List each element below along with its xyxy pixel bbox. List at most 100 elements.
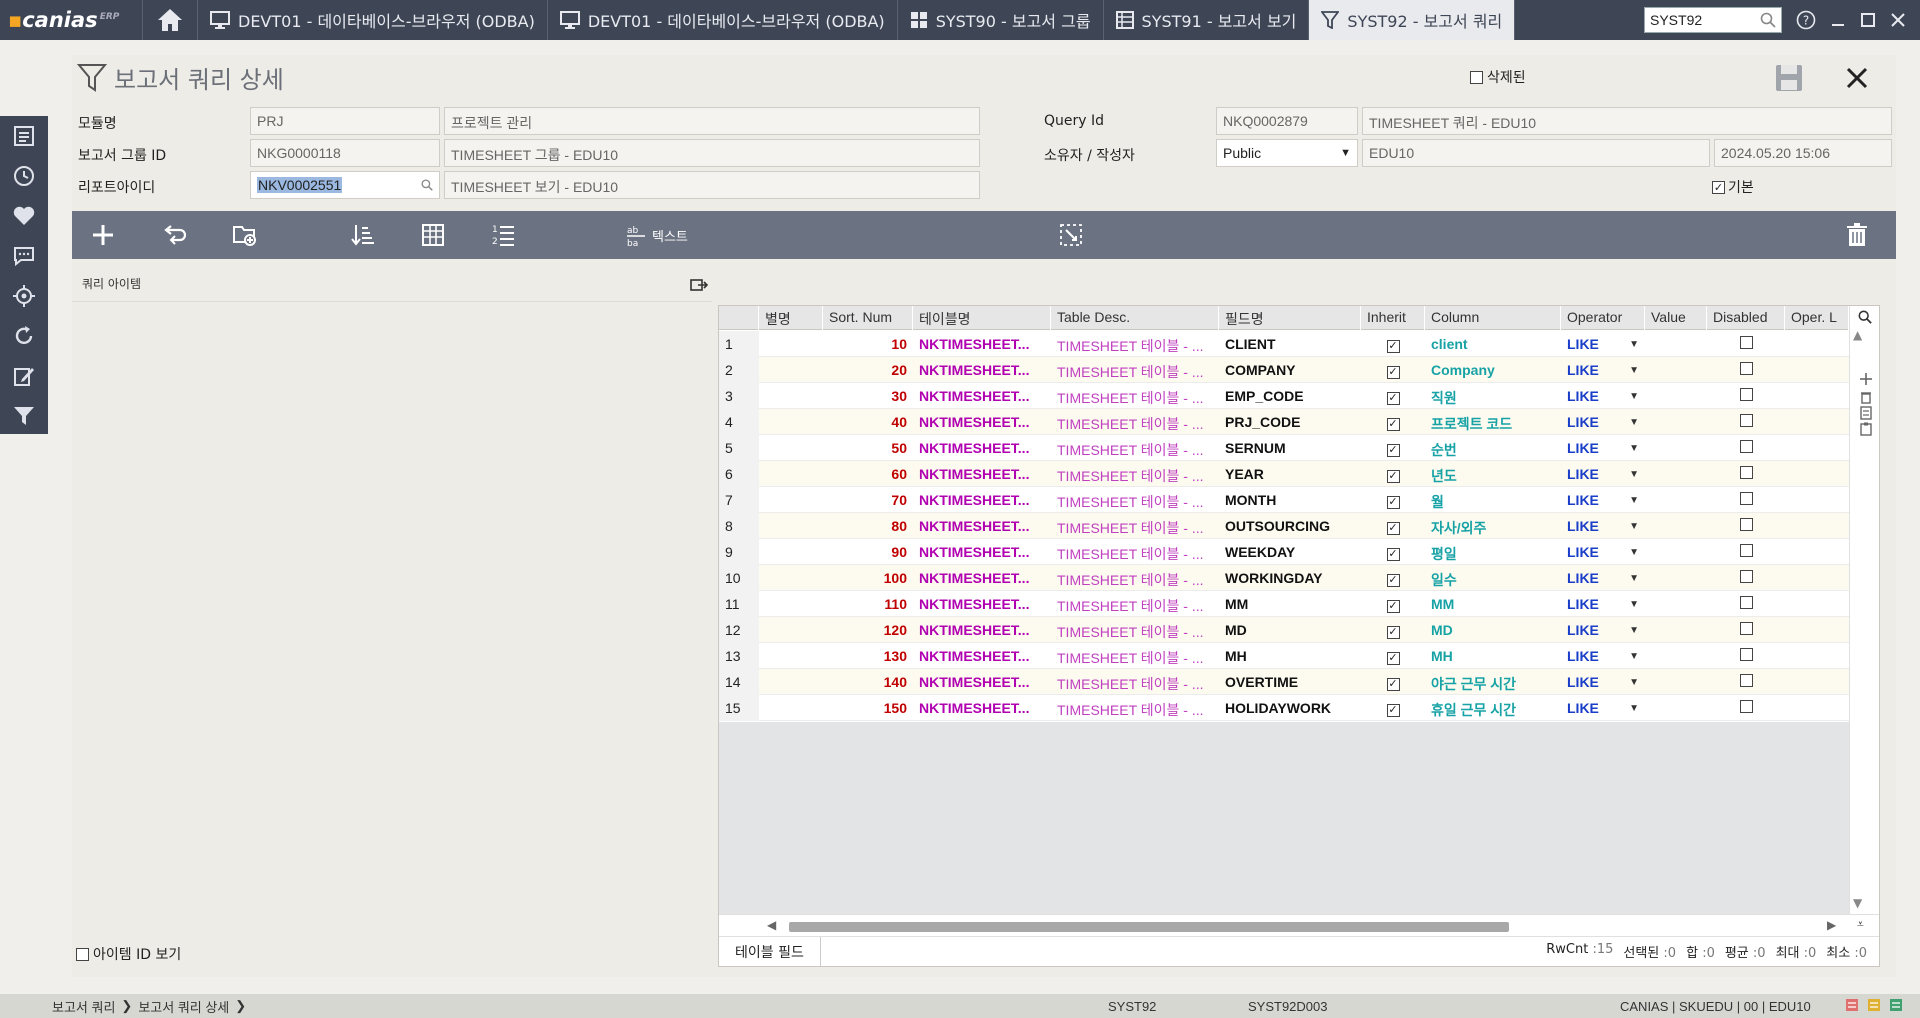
value-cell[interactable]	[1645, 461, 1707, 487]
col-header-column[interactable]: Column	[1425, 306, 1561, 330]
chevron-down-icon[interactable]: ▼	[1629, 625, 1639, 638]
table-desc-cell[interactable]: TIMESHEET 테이블 - ...	[1051, 695, 1219, 721]
sort-button[interactable]	[350, 221, 376, 249]
table-desc-cell[interactable]: TIMESHEET 테이블 - ...	[1051, 565, 1219, 591]
value-cell[interactable]	[1645, 565, 1707, 591]
field-name-cell[interactable]: MONTH	[1219, 487, 1361, 513]
inherit-checkbox[interactable]: ✓	[1386, 626, 1400, 639]
sort-num-cell[interactable]: 60	[823, 461, 913, 487]
operator-cell[interactable]: LIKE ▼	[1561, 539, 1645, 565]
breadcrumb-item-detail[interactable]: 보고서 쿼리 상세	[138, 997, 229, 1016]
table-row[interactable]: 7 70 NKTIMESHEET... TIMESHEET 테이블 - ... MONT…	[719, 487, 1849, 513]
field-name-cell[interactable]: MD	[1219, 617, 1361, 643]
table-desc-cell[interactable]: TIMESHEET 테이블 - ...	[1051, 357, 1219, 383]
close-window-icon[interactable]	[1890, 12, 1906, 28]
vertical-scrollbar[interactable]: ▲ ▼	[1849, 306, 1879, 914]
tab-syst91[interactable]: SYST91 - 보고서 보기	[1104, 0, 1310, 40]
field-name-cell[interactable]: MH	[1219, 643, 1361, 669]
table-desc-cell[interactable]: TIMESHEET 테이블 - ...	[1051, 409, 1219, 435]
col-header-value[interactable]: Value	[1645, 306, 1707, 330]
disabled-checkbox[interactable]	[1739, 700, 1753, 713]
table-name-cell[interactable]: NKTIMESHEET...	[913, 591, 1051, 617]
sort-num-cell[interactable]: 50	[823, 435, 913, 461]
inherit-cell[interactable]: ✓	[1361, 461, 1425, 487]
chevron-down-icon[interactable]: ▼	[1629, 573, 1639, 586]
search-icon[interactable]	[1858, 310, 1872, 324]
inherit-checkbox[interactable]: ✓	[1386, 470, 1400, 483]
heart-icon[interactable]	[10, 202, 38, 230]
owner-select[interactable]: Public ▼	[1216, 139, 1358, 167]
sort-num-cell[interactable]: 40	[823, 409, 913, 435]
inherit-checkbox[interactable]: ✓	[1386, 600, 1400, 613]
operator-cell[interactable]: LIKE ▼	[1561, 461, 1645, 487]
column-cell[interactable]: 휴일 근무 시간	[1425, 695, 1561, 721]
home-button[interactable]	[142, 0, 198, 40]
alias-cell[interactable]	[759, 461, 823, 487]
oper-l-cell[interactable]	[1785, 539, 1849, 565]
chevron-down-icon[interactable]: ▼	[1629, 391, 1639, 404]
chat-icon[interactable]	[10, 242, 38, 270]
table-desc-cell[interactable]: TIMESHEET 테이블 - ...	[1051, 591, 1219, 617]
chevron-down-icon[interactable]: ▼	[1629, 677, 1639, 690]
value-cell[interactable]	[1645, 617, 1707, 643]
disabled-checkbox[interactable]	[1739, 388, 1753, 401]
disabled-checkbox[interactable]	[1739, 648, 1753, 661]
inherit-cell[interactable]: ✓	[1361, 357, 1425, 383]
alias-cell[interactable]	[759, 643, 823, 669]
field-name-cell[interactable]: OUTSOURCING	[1219, 513, 1361, 539]
oper-l-cell[interactable]	[1785, 695, 1849, 721]
add-row-icon[interactable]	[1859, 372, 1873, 386]
table-desc-cell[interactable]: TIMESHEET 테이블 - ...	[1051, 383, 1219, 409]
disabled-cell[interactable]	[1707, 591, 1785, 617]
oper-l-cell[interactable]	[1785, 513, 1849, 539]
sort-num-cell[interactable]: 150	[823, 695, 913, 721]
disabled-checkbox[interactable]	[1739, 544, 1753, 557]
column-cell[interactable]: 순번	[1425, 435, 1561, 461]
field-name-cell[interactable]: MM	[1219, 591, 1361, 617]
scroll-down-icon[interactable]: ▼	[1853, 896, 1862, 910]
chevron-down-icon[interactable]: ▼	[1629, 703, 1639, 716]
table-row[interactable]: 12 120 NKTIMESHEET... TIMESHEET 테이블 - ... MD…	[719, 617, 1849, 643]
col-header-table-desc[interactable]: Table Desc.	[1051, 306, 1219, 330]
table-row[interactable]: 9 90 NKTIMESHEET... TIMESHEET 테이블 - ... WEEK…	[719, 539, 1849, 565]
disabled-checkbox[interactable]	[1739, 674, 1753, 687]
add-button[interactable]	[90, 221, 116, 249]
sort-num-cell[interactable]: 10	[823, 331, 913, 357]
disabled-checkbox[interactable]	[1739, 440, 1753, 453]
inherit-cell[interactable]: ✓	[1361, 331, 1425, 357]
disabled-cell[interactable]	[1707, 487, 1785, 513]
table-name-cell[interactable]: NKTIMESHEET...	[913, 617, 1051, 643]
value-cell[interactable]	[1645, 383, 1707, 409]
table-name-cell[interactable]: NKTIMESHEET...	[913, 565, 1051, 591]
table-name-cell[interactable]: NKTIMESHEET...	[913, 695, 1051, 721]
inherit-checkbox[interactable]: ✓	[1386, 418, 1400, 431]
table-desc-cell[interactable]: TIMESHEET 테이블 - ...	[1051, 669, 1219, 695]
disabled-cell[interactable]	[1707, 513, 1785, 539]
table-row[interactable]: 14 140 NKTIMESHEET... TIMESHEET 테이블 - ... OV…	[719, 669, 1849, 695]
disabled-cell[interactable]	[1707, 331, 1785, 357]
disabled-cell[interactable]	[1707, 643, 1785, 669]
col-header-operator[interactable]: Operator	[1561, 306, 1645, 330]
field-name-cell[interactable]: EMP_CODE	[1219, 383, 1361, 409]
operator-cell[interactable]: LIKE ▼	[1561, 331, 1645, 357]
disabled-cell[interactable]	[1707, 617, 1785, 643]
table-desc-cell[interactable]: TIMESHEET 테이블 - ...	[1051, 331, 1219, 357]
field-name-cell[interactable]: SERNUM	[1219, 435, 1361, 461]
scroll-up-icon[interactable]: ▲	[1853, 328, 1862, 342]
value-cell[interactable]	[1645, 331, 1707, 357]
column-cell[interactable]: MH	[1425, 643, 1561, 669]
alias-cell[interactable]	[759, 695, 823, 721]
disabled-checkbox[interactable]	[1739, 336, 1753, 349]
operator-cell[interactable]: LIKE ▼	[1561, 591, 1645, 617]
table-desc-cell[interactable]: TIMESHEET 테이블 - ...	[1051, 487, 1219, 513]
alias-cell[interactable]	[759, 617, 823, 643]
operator-cell[interactable]: LIKE ▼	[1561, 643, 1645, 669]
export-icon[interactable]	[690, 277, 708, 293]
disabled-cell[interactable]	[1707, 435, 1785, 461]
default-checkbox-box[interactable]: ✓	[1712, 180, 1725, 194]
chevron-down-icon[interactable]: ▼	[1629, 339, 1639, 352]
save-icon[interactable]	[1774, 63, 1804, 93]
operator-cell[interactable]: LIKE ▼	[1561, 357, 1645, 383]
sort-num-cell[interactable]: 140	[823, 669, 913, 695]
operator-cell[interactable]: LIKE ▼	[1561, 435, 1645, 461]
